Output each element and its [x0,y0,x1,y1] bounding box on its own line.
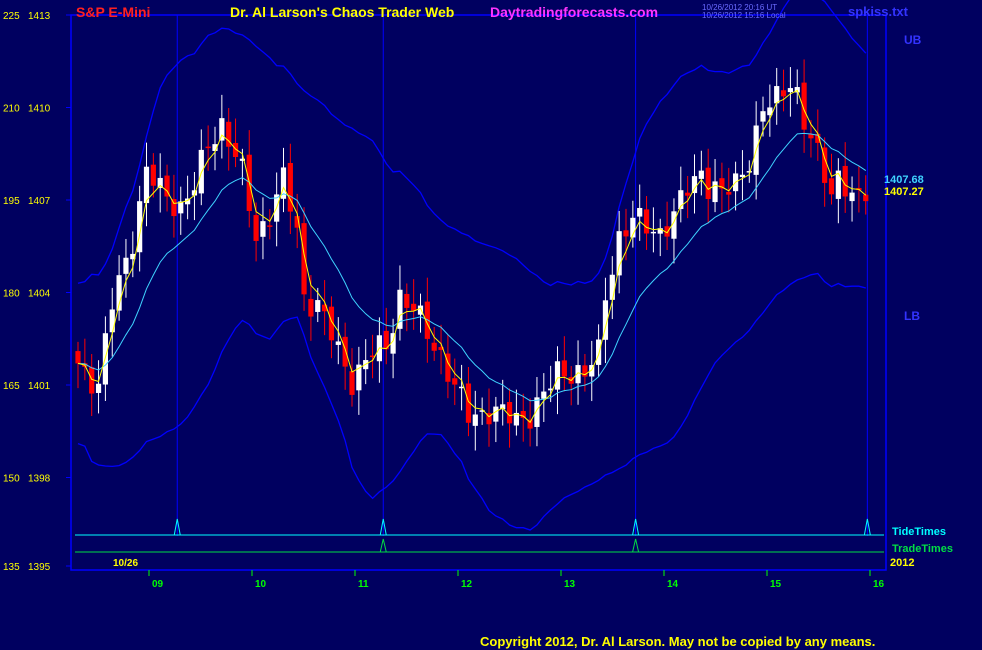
timestamp-local: 10/26/2012 15:16 Local [702,11,786,20]
y-tick-label-left: 225 [3,11,20,22]
y-tick-label-price: 1404 [28,289,51,300]
candle-body [342,336,348,367]
x-tick-label: 14 [667,579,679,590]
slow-moving-average [77,132,867,402]
y-tick-label-price: 1398 [28,474,51,485]
x-tick-label: 13 [564,579,576,590]
y-tick-label-price: 1413 [28,11,51,22]
upper-band [77,0,867,287]
chart-canvas: 225 1413210 1410195 1407180 1404165 1401150 13… [3,0,953,590]
data-file-name: spkiss.txt [848,4,908,19]
x-start-date-label: 10/26 [113,558,138,569]
site-link[interactable]: Daytradingforecasts.com [490,4,658,20]
y-tick-label-left: 135 [3,562,20,573]
candle-body [349,371,355,395]
candle-body [609,274,615,300]
y-tick-label-left: 180 [3,289,20,300]
candle-body [780,90,787,97]
x-tick-label: 16 [873,579,885,590]
candle-body [308,298,314,317]
candle-body [205,146,211,149]
candle-body [411,303,417,311]
fast-ma-last-value: 1407.27 [884,186,924,198]
candle-body [787,88,793,93]
x-tick-label: 09 [152,579,164,590]
lower-band-label: LB [904,309,920,323]
candle-body [171,199,177,217]
candle-body [554,361,561,390]
candle-body [493,406,499,422]
y-tick-label-left: 165 [3,381,20,392]
candle-body [828,178,835,195]
y-tick-label-price: 1395 [28,562,51,573]
slow-ma-last-value: 1407.68 [884,174,924,186]
candle-body [452,378,458,385]
lower-band [77,272,866,531]
candle-body [685,192,691,196]
candle-body [109,309,115,333]
copyright-notice: Copyright 2012, Dr. Al Larson. May not b… [480,634,876,649]
candle-body [150,164,156,186]
tide-times-legend: TideTimes [892,526,946,538]
candle-body [143,166,150,204]
candle-body [75,351,81,364]
candle-body [520,410,526,418]
candle-body [698,170,704,179]
x-tick-label: 15 [770,579,782,590]
candle-body [253,215,259,241]
symbol-title: S&P E-Mini [76,4,151,20]
upper-band-label: UB [904,33,922,47]
candle-body [705,167,711,200]
candle-body [404,293,410,308]
candle-body [623,230,629,237]
y-tick-label-left: 150 [3,474,20,485]
candle-body [335,341,341,345]
candle-body [472,414,478,426]
candle-body [260,221,266,237]
candle-body [650,231,656,234]
candle-body [616,231,622,276]
candle-body [123,257,129,274]
trade-times-legend: TradeTimes [892,543,953,555]
y-tick-label-left: 195 [3,196,20,207]
candle-body [301,223,307,295]
candle-body [315,300,321,312]
trade-time-spike [379,538,387,553]
candle-body [561,360,567,377]
candle-body [849,192,855,202]
candle-body [506,402,513,424]
candle-body [746,171,752,173]
candle-body [835,170,841,199]
y-tick-label-price: 1407 [28,196,51,207]
trade-time-spike [632,538,640,553]
candle-body [431,342,437,351]
candle-body [95,383,102,393]
candle-body [760,111,766,122]
x-tick-label: 10 [255,579,267,590]
candle-body [691,176,698,194]
x-year-label: 2012 [890,557,914,569]
candle-body [863,194,869,202]
candle-body [541,391,547,399]
x-tick-label: 11 [358,579,369,590]
y-tick-label-price: 1401 [28,381,51,392]
chart-title: Dr. Al Larson's Chaos Trader Web [230,4,455,20]
candle-body [774,86,780,104]
candle-body [726,191,732,195]
candle-body [596,339,602,365]
x-tick-label: 12 [461,579,473,590]
candle-body [637,207,643,217]
plot-frame [70,14,887,571]
y-tick-label-price: 1410 [28,104,51,115]
candle-body [643,209,650,234]
candle-body [712,181,718,203]
y-tick-label-left: 210 [3,104,20,115]
candle-body [267,225,273,227]
candle-body [739,174,746,178]
fast-moving-average [77,89,867,424]
